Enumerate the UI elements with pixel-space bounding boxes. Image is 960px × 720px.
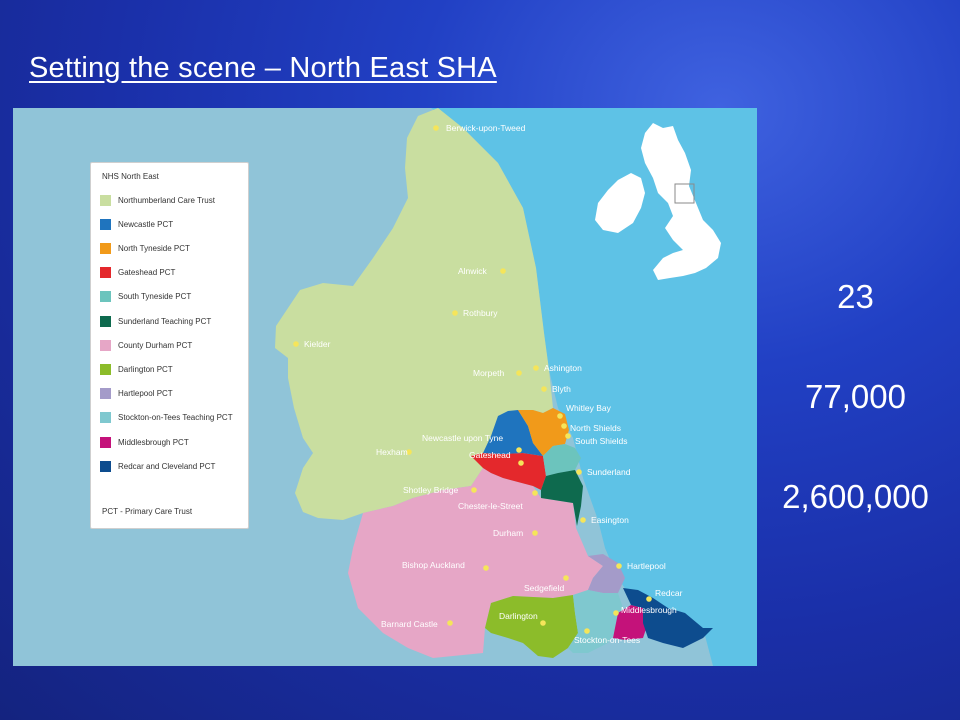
place-dot [518,460,524,466]
legend-swatch [100,194,111,206]
legend-label: North Tyneside PCT [118,243,190,253]
place-dot [580,517,586,523]
legend-swatch [100,412,111,424]
place-dot [616,563,622,569]
place-label: Hexham [376,447,408,457]
legend-label: South Tyneside PCT [118,292,192,302]
place-label: Gateshead [469,450,511,460]
place-dot [540,620,546,626]
place-label: North Shields [570,423,621,433]
legend: NHS North East Northumberland Care Trust… [90,162,249,529]
place-label: Hartlepool [627,561,666,571]
place-label: Chester-le-Street [458,501,523,511]
place-dot [646,596,652,602]
place-dot [532,490,538,496]
legend-label: Stockton-on-Tees Teaching PCT [118,413,233,423]
legend-item: Redcar and Cleveland PCT [100,460,215,472]
legend-item: North Tyneside PCT [100,242,190,254]
legend-label: Hartlepool PCT [118,389,173,399]
legend-swatch [100,363,111,375]
legend-title: NHS North East [102,172,159,181]
place-dot [516,447,522,453]
stat-value-2: 77,000 [805,378,906,415]
place-dot [293,341,299,347]
place-dot [500,268,506,274]
legend-label: Gateshead PCT [118,268,176,278]
place-dot [563,575,569,581]
place-label: Alnwick [458,266,488,276]
legend-swatch [100,388,111,400]
north-east-map: Berwick-upon-Tweed Alnwick Rothbury Kielder… [13,108,757,666]
legend-swatch [100,218,111,230]
place-label: Ashington [544,363,582,373]
place-label: Whitley Bay [566,403,612,413]
place-dot [447,620,453,626]
stats-panel: 23 77,000 2,600,000 [763,0,948,720]
legend-label: Darlington PCT [118,364,173,374]
stat-value-3: 2,600,000 [782,478,929,515]
place-label: Berwick-upon-Tweed [446,123,526,133]
legend-item: County Durham PCT [100,339,192,351]
place-label: Blyth [552,384,571,394]
place-label: Darlington [499,611,538,621]
legend-label: Newcastle PCT [118,219,174,229]
region-darlington [485,595,578,658]
place-label: Sedgefield [524,583,564,593]
legend-label: County Durham PCT [118,340,193,350]
legend-item: Gateshead PCT [100,267,175,279]
legend-swatch [100,291,111,303]
legend-swatch [100,267,111,279]
place-label: Barnard Castle [381,619,438,629]
place-dot [557,413,563,419]
legend-swatch [100,460,111,472]
stat-value-1: 23 [837,278,874,315]
place-label: Rothbury [463,308,498,318]
place-dot [433,125,439,131]
legend-item: Darlington PCT [100,363,173,375]
place-dot [613,610,619,616]
legend-item: Northumberland Care Trust [100,194,215,206]
place-dot [516,370,522,376]
legend-item: Stockton-on-Tees Teaching PCT [100,412,233,424]
place-label: Kielder [304,339,331,349]
place-dot [483,565,489,571]
place-label: Shotley Bridge [403,485,459,495]
place-label: Bishop Auckland [402,560,465,570]
legend-swatch [100,339,111,351]
place-label: Newcastle upon Tyne [422,433,503,443]
place-dot [532,530,538,536]
legend-item: Middlesbrough PCT [100,436,189,448]
place-label: Morpeth [473,368,504,378]
place-dot [561,423,567,429]
legend-footnote: PCT - Primary Care Trust [102,507,193,516]
place-dot [541,386,547,392]
place-dot [533,365,539,371]
place-label: Sunderland [587,467,631,477]
slide-title: Setting the scene – North East SHA [29,52,497,84]
legend-label: Redcar and Cleveland PCT [118,461,216,471]
place-label: Redcar [655,588,683,598]
place-label: Stockton-on-Tees [574,635,640,645]
place-label: Durham [493,528,523,538]
place-dot [452,310,458,316]
place-label: Middlesbrough [621,605,677,615]
legend-item: Hartlepool PCT [100,388,173,400]
legend-label: Middlesbrough PCT [118,437,189,447]
place-dot [565,433,571,439]
legend-item: South Tyneside PCT [100,291,191,303]
place-dot [576,469,582,475]
legend-label: Sunderland Teaching PCT [118,316,212,326]
legend-item: Newcastle PCT [100,218,173,230]
legend-swatch [100,315,111,327]
place-dot [471,487,477,493]
legend-item: Sunderland Teaching PCT [100,315,211,327]
legend-label: Northumberland Care Trust [118,195,215,205]
legend-swatch [100,242,111,254]
legend-swatch [100,436,111,448]
place-label: South Shields [575,436,627,446]
place-label: Easington [591,515,629,525]
place-dot [584,628,590,634]
